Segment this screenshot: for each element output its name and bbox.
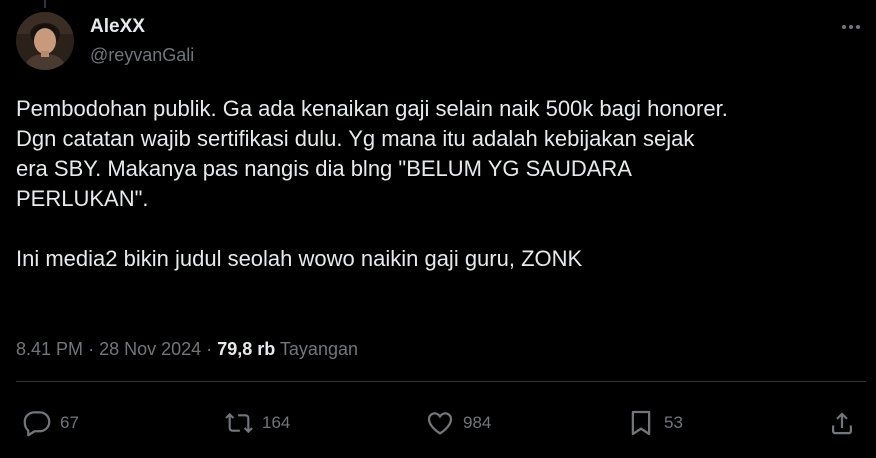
bookmark-icon [631,410,651,436]
repost-count: 164 [262,413,291,432]
user-handle[interactable]: @reyvanGali [90,44,194,66]
bookmark-count: 53 [664,413,683,432]
more-options-button[interactable] [838,14,864,40]
tweet-meta: 8.41 PM · 28 Nov 2024 · 79,8 rb Tayangan [16,337,358,361]
tweet-text: Pembodohan publik. Ga ada kenaikan gaji … [16,94,866,274]
like-button[interactable]: 984 [425,408,491,438]
more-horizontal-icon [842,25,860,29]
repost-button[interactable]: 164 [224,408,290,438]
reply-button[interactable]: 67 [22,408,79,438]
tweet-date[interactable]: 28 Nov 2024 [99,339,201,359]
reply-icon [23,411,51,437]
like-count: 984 [463,413,492,432]
reply-count: 67 [60,413,79,432]
tweet-paragraph: Ini media2 bikin judul seolah wowo naiki… [16,246,583,271]
views-count: 79,8 rb [217,339,276,359]
avatar-image [16,12,74,70]
display-name[interactable]: AleXX [90,16,194,38]
thread-connector-line [44,0,46,8]
tweet-time[interactable]: 8.41 PM [16,339,83,359]
meta-separator: · [206,339,213,359]
tweet-paragraph: Pembodohan publik. Ga ada kenaikan gaji … [16,96,728,211]
share-button[interactable] [827,408,857,438]
author-names: AleXX @reyvanGali [90,16,194,66]
share-icon [832,412,852,435]
divider [16,381,866,382]
heart-icon [427,412,453,435]
views-label: Tayangan [279,339,358,359]
avatar[interactable] [16,12,74,70]
bookmark-button[interactable]: 53 [626,408,683,438]
repost-icon [225,412,253,434]
meta-separator: · [88,339,95,359]
